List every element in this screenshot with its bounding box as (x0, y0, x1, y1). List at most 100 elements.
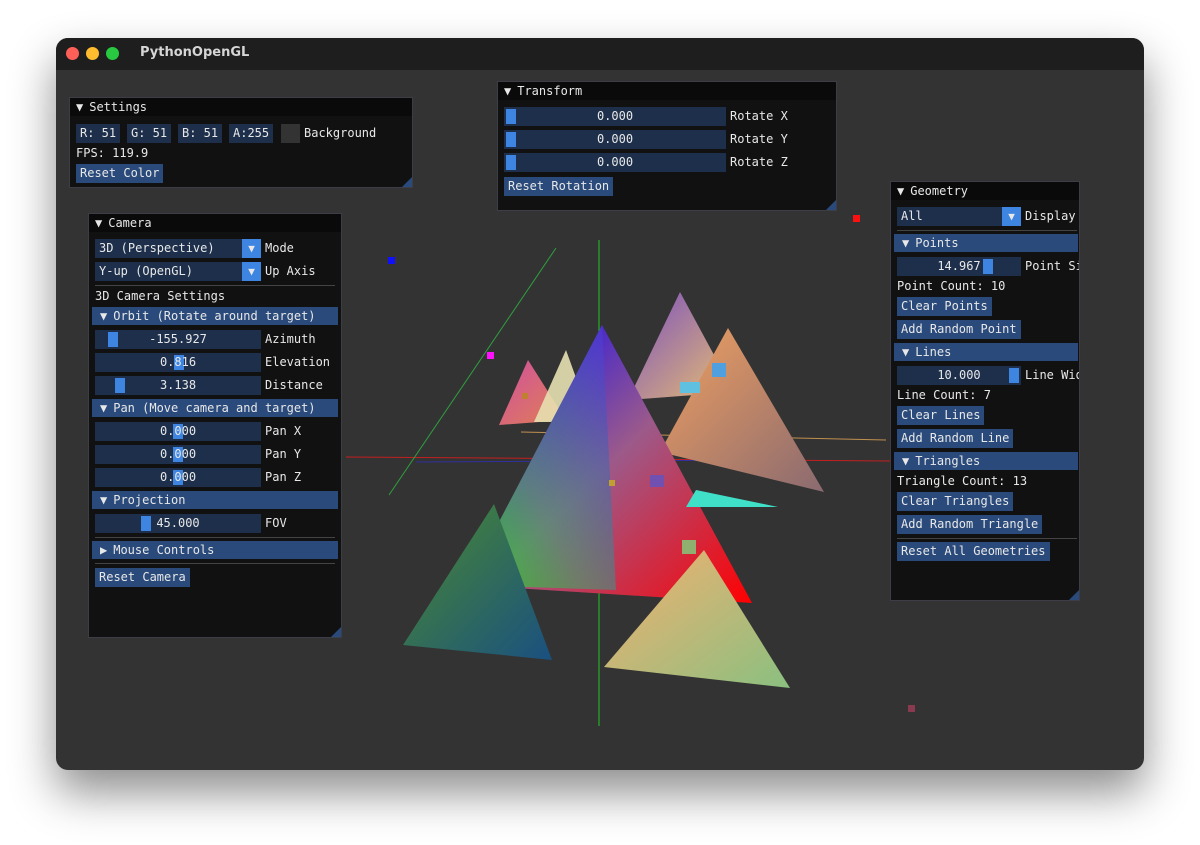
line-width-value: 10.000 (937, 368, 981, 382)
resize-grip-icon[interactable] (1069, 590, 1079, 600)
camera-mode-value: 3D (Perspective) (99, 241, 215, 255)
rotate-y-slider[interactable]: 0.000 (504, 130, 726, 149)
camera-panel: ▼ Camera 3D (Perspective) ▼ Mode Y-up (Ope… (88, 213, 342, 638)
collapse-arrow-icon[interactable]: ▼ (897, 184, 904, 198)
elevation-slider[interactable]: 0.816 (95, 353, 261, 372)
add-random-triangle-button[interactable]: Add Random Triangle (897, 515, 1043, 534)
pan-z-slider[interactable]: 0.000 (95, 468, 261, 487)
clear-triangles-button[interactable]: Clear Triangles (897, 492, 1014, 511)
pan-x-label: Pan X (265, 424, 302, 438)
rotate-x-value: 0.000 (596, 109, 634, 123)
rotate-y-value: 0.000 (596, 132, 634, 146)
point-marker (682, 540, 696, 554)
chevron-down-icon[interactable]: ▼ (242, 262, 261, 281)
rotate-x-label: Rotate X (730, 109, 788, 123)
points-header[interactable]: ▼ Points (894, 234, 1078, 252)
rotate-z-value: 0.000 (596, 155, 634, 169)
resize-grip-icon[interactable] (331, 627, 341, 637)
collapse-arrow-icon: ▼ (902, 236, 910, 250)
zoom-window-button[interactable] (106, 47, 119, 60)
display-label: Display (1025, 209, 1076, 223)
resize-grip-icon[interactable] (402, 177, 412, 187)
clear-lines-button[interactable]: Clear Lines (897, 406, 985, 425)
add-random-line-button[interactable]: Add Random Line (897, 429, 1014, 448)
geometry-panel-header[interactable]: ▼ Geometry (891, 182, 1079, 200)
transform-panel-header[interactable]: ▼ Transform (498, 82, 836, 100)
projection-header-label: Projection (113, 493, 186, 507)
collapse-arrow-icon: ▼ (902, 345, 910, 359)
point-size-slider[interactable]: 14.967 (897, 257, 1021, 276)
reset-all-geometries-button[interactable]: Reset All Geometries (897, 542, 1050, 561)
rotate-x-slider[interactable]: 0.000 (504, 107, 726, 126)
color-b-field[interactable]: B: 51 (178, 124, 223, 143)
separator (897, 230, 1077, 231)
close-window-button[interactable] (66, 47, 79, 60)
camera-panel-header[interactable]: ▼ Camera (89, 214, 341, 232)
window-title: PythonOpenGL (140, 45, 250, 60)
display-value: All (901, 209, 923, 223)
app-window: PythonOpenGL ▼ Settings R: 51 G: 51 B: 5… (56, 38, 1144, 770)
lines-header[interactable]: ▼ Lines (894, 343, 1078, 361)
add-random-point-button[interactable]: Add Random Point (897, 320, 1021, 339)
minimize-window-button[interactable] (86, 47, 99, 60)
resize-grip-icon[interactable] (826, 200, 836, 210)
triangle-count-text: Triangle Count: 13 (897, 474, 1028, 488)
background-label: Background (304, 126, 377, 140)
point-size-label: Point Si (1025, 259, 1080, 273)
mouse-controls-header[interactable]: ▶ Mouse Controls (92, 541, 338, 559)
distance-label: Distance (265, 378, 323, 392)
display-combo[interactable]: All ▼ (897, 207, 1021, 226)
separator (95, 537, 335, 538)
point-marker (680, 382, 700, 393)
fov-slider[interactable]: 45.000 (95, 514, 261, 533)
line-width-slider[interactable]: 10.000 (897, 366, 1021, 385)
color-r-field[interactable]: R: 51 (76, 124, 121, 143)
collapse-arrow-icon[interactable]: ▼ (95, 216, 102, 230)
camera-panel-title: Camera (108, 216, 152, 230)
projection-header[interactable]: ▼ Projection (92, 491, 338, 509)
elevation-label: Elevation (265, 355, 331, 369)
collapse-arrow-icon: ▶ (100, 543, 108, 557)
triangles-header[interactable]: ▼ Triangles (894, 452, 1078, 470)
point-marker (908, 705, 915, 712)
geometry-panel-title: Geometry (910, 184, 969, 198)
rotate-y-label: Rotate Y (730, 132, 788, 146)
reset-rotation-button[interactable]: Reset Rotation (504, 177, 614, 196)
background-color-swatch[interactable] (281, 124, 300, 143)
chevron-down-icon[interactable]: ▼ (1002, 207, 1021, 226)
pan-y-slider[interactable]: 0.000 (95, 445, 261, 464)
point-count-text: Point Count: 10 (897, 279, 1006, 293)
azimuth-value: -155.927 (149, 332, 207, 346)
line-width-label: Line Wid (1025, 368, 1080, 382)
distance-slider[interactable]: 3.138 (95, 376, 261, 395)
azimuth-label: Azimuth (265, 332, 316, 346)
clear-points-button[interactable]: Clear Points (897, 297, 992, 316)
orbit-header[interactable]: ▼ Orbit (Rotate around target) (92, 307, 338, 325)
pan-y-label: Pan Y (265, 447, 302, 461)
opengl-viewport[interactable]: ▼ Settings R: 51 G: 51 B: 51 A:255 Backgr… (56, 70, 1144, 770)
azimuth-slider[interactable]: -155.927 (95, 330, 261, 349)
up-axis-combo[interactable]: Y-up (OpenGL) ▼ (95, 262, 261, 281)
transform-panel-title: Transform (517, 84, 583, 98)
collapse-arrow-icon[interactable]: ▼ (504, 84, 511, 98)
title-bar: PythonOpenGL (56, 38, 1144, 70)
color-a-field[interactable]: A:255 (229, 124, 274, 143)
transform-panel: ▼ Transform 0.000 Rotate X 0.000 Rotate Y… (497, 81, 837, 211)
pan-header[interactable]: ▼ Pan (Move camera and target) (92, 399, 338, 417)
color-g-field[interactable]: G: 51 (127, 124, 172, 143)
rotate-z-slider[interactable]: 0.000 (504, 153, 726, 172)
reset-camera-button[interactable]: Reset Camera (95, 568, 190, 587)
chevron-down-icon[interactable]: ▼ (242, 239, 261, 258)
camera-settings-label: 3D Camera Settings (95, 289, 226, 303)
collapse-arrow-icon[interactable]: ▼ (76, 100, 83, 114)
camera-mode-label: Mode (265, 241, 294, 255)
line-count-text: Line Count: 7 (897, 388, 991, 402)
reset-color-button[interactable]: Reset Color (76, 164, 164, 183)
settings-panel-header[interactable]: ▼ Settings (70, 98, 412, 116)
collapse-arrow-icon: ▼ (100, 401, 108, 415)
pan-x-slider[interactable]: 0.000 (95, 422, 261, 441)
point-marker (609, 480, 615, 486)
pan-x-value: 0.000 (159, 424, 197, 438)
pan-header-label: Pan (Move camera and target) (113, 401, 316, 415)
camera-mode-combo[interactable]: 3D (Perspective) ▼ (95, 239, 261, 258)
